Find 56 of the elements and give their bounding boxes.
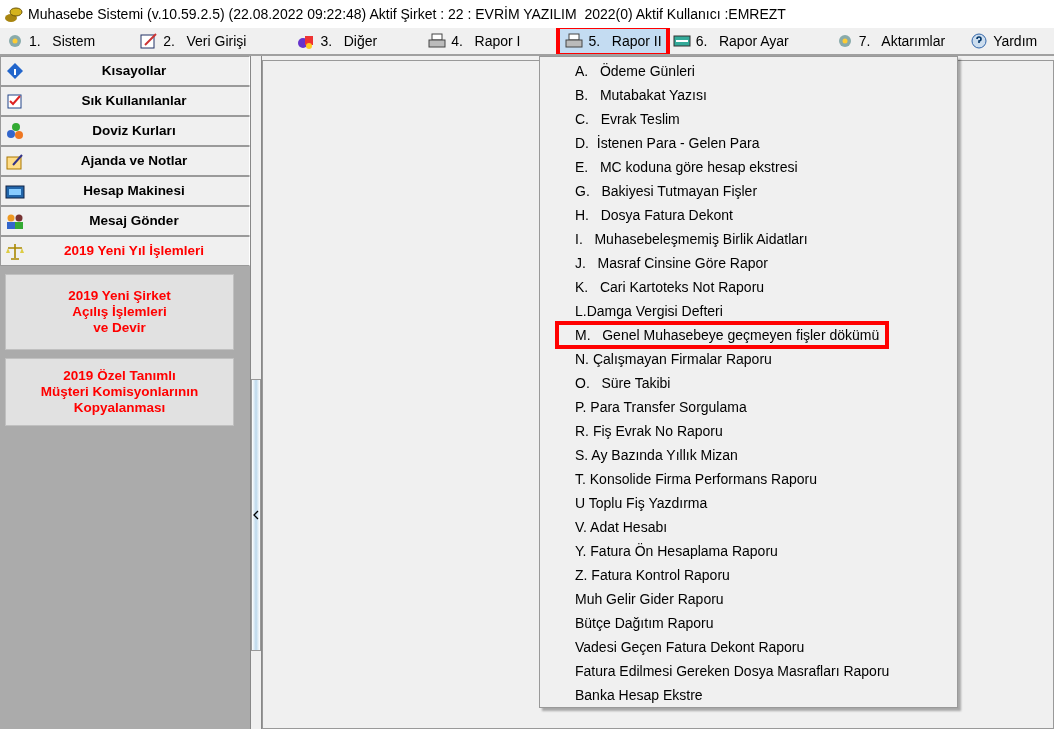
calculator-icon [5, 182, 25, 200]
coins-icon [4, 4, 24, 24]
notepad-icon [5, 152, 25, 170]
pencil-icon [139, 32, 160, 50]
menu-option[interactable]: A. Ödeme Günleri [540, 58, 957, 82]
menu-option[interactable]: Muh Gelir Gider Raporu [540, 586, 957, 610]
people-icon [5, 212, 25, 230]
menu-option[interactable]: B. Mutabakat Yazısı [540, 82, 957, 106]
printer-icon [427, 32, 448, 50]
scale-icon [5, 242, 25, 260]
menu-option[interactable]: O. Süre Takibi [540, 370, 957, 394]
sidebar-item[interactable]: Mesaj Gönder [0, 206, 250, 236]
menu-item[interactable]: 2. Veri Girişi [134, 28, 252, 54]
coins-icon [5, 122, 25, 140]
menu-option[interactable]: Y. Fatura Ön Hesaplama Raporu [540, 538, 957, 562]
menu-item[interactable]: Yardım [964, 28, 1043, 54]
menu-option[interactable]: Banka Hesap Ekstre [540, 682, 957, 706]
menu-option[interactable]: H. Dosya Fatura Dekont [540, 202, 957, 226]
sidebar-item[interactable]: 2019 Yeni Yıl İşlemleri [0, 236, 250, 266]
menu-option[interactable]: S. Ay Bazında Yıllık Mizan [540, 442, 957, 466]
window-title: Muhasebe Sistemi (v.10.59.2.5) (22.08.2022 09:22:48) Aktif Şirket : 22 : EVRİM YAZILIM 2022(0) Aktif Kullanıcı :EMREZT [28, 4, 786, 24]
menu-option[interactable]: Bütçe Dağıtım Raporu [540, 610, 957, 634]
menu-option[interactable]: U Toplu Fiş Yazdırma [540, 490, 957, 514]
sidebar-item[interactable]: Ajanda ve Notlar [0, 146, 250, 176]
sidebar-item[interactable]: Sık Kullanılanlar [0, 86, 250, 116]
menu-option[interactable]: Fatura Edilmesi Gereken Dosya Masrafları Raporu [540, 658, 957, 682]
checkbox-icon [5, 92, 25, 110]
splitter-handle[interactable] [251, 379, 261, 651]
menu-option[interactable]: R. Fiş Evrak No Raporu [540, 418, 957, 442]
menu-option[interactable]: I. Muhasebeleşmemiş Birlik Aidatları [540, 226, 957, 250]
menu-item[interactable]: 3. Diğer [291, 28, 383, 54]
menu-option[interactable]: N. Çalışmayan Firmalar Raporu [540, 346, 957, 370]
info-icon [5, 62, 25, 80]
menu-option[interactable]: G. Bakiyesi Tutmayan Fişler [540, 178, 957, 202]
sidebar-item[interactable]: Kısayollar [0, 56, 250, 86]
menu-option[interactable]: L.Damga Vergisi Defteri [540, 298, 957, 322]
menu-option[interactable]: C. Evrak Teslim [540, 106, 957, 130]
menu-item[interactable]: 4. Rapor I [422, 28, 526, 54]
menu-option[interactable]: E. MC koduna göre hesap ekstresi [540, 154, 957, 178]
printer-icon [564, 32, 585, 50]
menu-option[interactable]: T. Konsolide Firma Performans Raporu [540, 466, 957, 490]
sidebar-item[interactable]: Doviz Kurları [0, 116, 250, 146]
menu-option[interactable]: P. Para Transfer Sorgulama [540, 394, 957, 418]
menu-option[interactable]: Z. Fatura Kontrol Raporu [540, 562, 957, 586]
menu-option[interactable]: M. Genel Muhasebeye geçmeyen fişler dökümü [540, 322, 957, 346]
menu-item[interactable]: 6. Rapor Ayar [666, 28, 794, 54]
menu-option[interactable]: V. Adat Hesabı [540, 514, 957, 538]
sidebar-item[interactable]: Hesap Makinesi [0, 176, 250, 206]
help-icon [969, 32, 990, 50]
menu-option[interactable]: D. İstenen Para - Gelen Para [540, 130, 957, 154]
menu-item[interactable]: 7. Aktarımlar [829, 28, 951, 54]
menu-option[interactable]: K. Cari Kartoteks Not Raporu [540, 274, 957, 298]
menu-option[interactable]: Vadesi Geçen Fatura Dekont Raporu [540, 634, 957, 658]
menu-item[interactable]: 5. Rapor II [559, 28, 667, 54]
menu-item[interactable]: 1. Sistem [0, 28, 101, 54]
menu-option[interactable]: J. Masraf Cinsine Göre Rapor [540, 250, 957, 274]
